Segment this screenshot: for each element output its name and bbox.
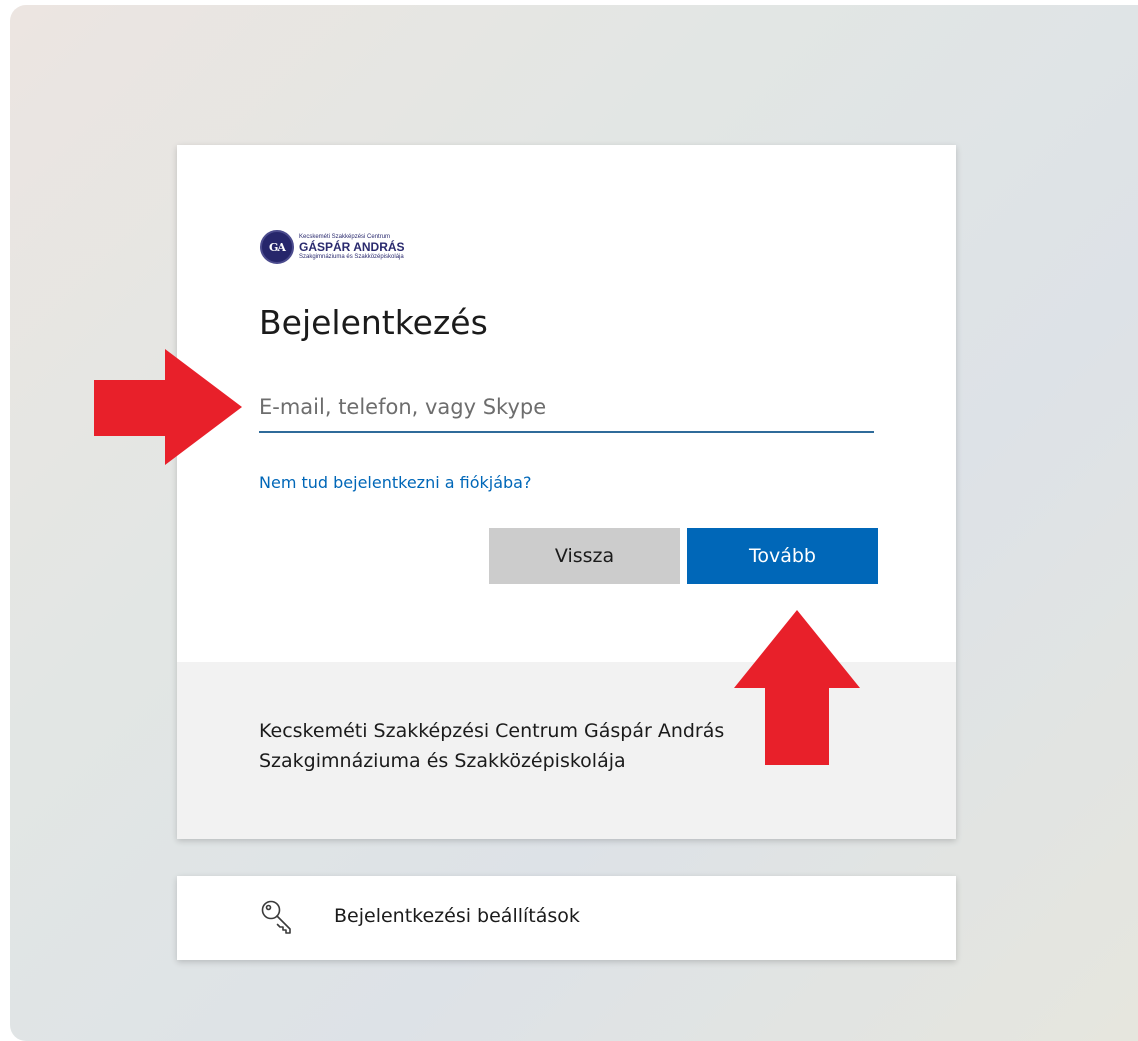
organization-name: Kecskeméti Szakképzési Centrum Gáspár An… bbox=[259, 716, 779, 776]
organization-logo: GA Kecskeméti Szakképzési Centrum GÁSPÁR… bbox=[260, 227, 405, 267]
red-arrow-up-icon bbox=[734, 610, 860, 765]
logo-line-3: Szakgimnáziuma és Szakközépiskolája bbox=[299, 254, 404, 260]
signin-options-label: Bejelentkezési beállítások bbox=[334, 905, 580, 927]
signin-main-panel: GA Kecskeméti Szakképzési Centrum GÁSPÁR… bbox=[177, 145, 956, 662]
signin-options-button[interactable]: Bejelentkezési beállítások bbox=[177, 876, 956, 960]
next-button[interactable]: Tovább bbox=[687, 528, 878, 584]
logo-seal-icon: GA bbox=[260, 230, 294, 264]
back-button[interactable]: Vissza bbox=[489, 528, 680, 584]
cant-access-account-link[interactable]: Nem tud bejelentkezni a fiókjába? bbox=[259, 473, 531, 492]
key-icon bbox=[261, 900, 291, 934]
organization-name-line-1: Kecskeméti Szakképzési Centrum Gáspár An… bbox=[259, 720, 725, 742]
organization-name-line-2: Szakgimnáziuma és Szakközépiskolája bbox=[259, 750, 626, 772]
page-title: Bejelentkezés bbox=[259, 303, 488, 342]
email-input[interactable] bbox=[259, 383, 874, 433]
logo-text: Kecskeméti Szakképzési Centrum GÁSPÁR AN… bbox=[299, 234, 405, 260]
red-arrow-right-icon bbox=[94, 349, 242, 465]
logo-line-2: GÁSPÁR ANDRÁS bbox=[299, 240, 405, 254]
